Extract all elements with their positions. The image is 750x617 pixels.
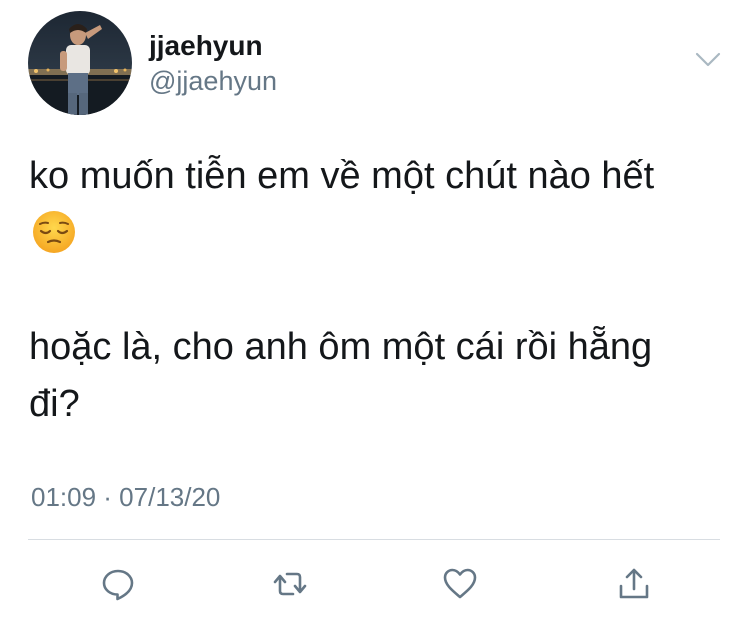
user-handle[interactable]: @jjaehyun (149, 66, 277, 97)
tweet-text-line: hoặc là, cho anh ôm một cái rồi hẵng (29, 326, 653, 368)
divider (28, 539, 720, 540)
display-name[interactable]: jjaehyun (149, 30, 263, 62)
pensive-face-emoji (31, 209, 77, 255)
comment-icon (102, 569, 134, 601)
profile-photo (28, 11, 132, 115)
heart-icon (443, 568, 477, 599)
share-icon (619, 568, 649, 599)
tweet-text-line: ko muốn tiễn em về một chút nào hết (29, 155, 655, 197)
chevron-down-icon[interactable] (694, 50, 722, 70)
emoji-line-spacer (29, 205, 719, 262)
share-button[interactable] (612, 562, 656, 606)
tweet-text: ko muốn tiễn em về một chút nào hết hoặc… (29, 148, 719, 433)
retweet-icon (273, 572, 307, 596)
tweet-text-line: đi? (29, 383, 80, 425)
like-button[interactable] (438, 562, 482, 606)
avatar[interactable] (28, 11, 132, 115)
reply-button[interactable] (96, 562, 140, 606)
timestamp[interactable]: 01:09 · 07/13/20 (31, 482, 220, 513)
retweet-button[interactable] (268, 562, 312, 606)
